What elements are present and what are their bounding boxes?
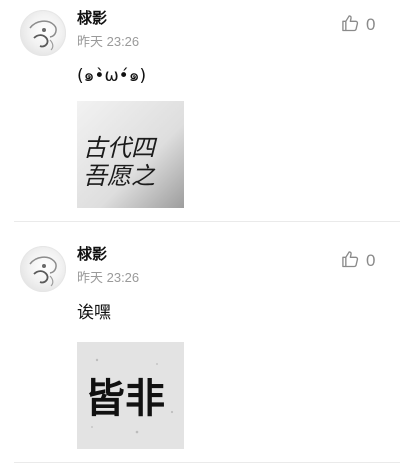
comment-image[interactable]: 皆非 <box>77 342 184 449</box>
comment-image[interactable]: 古代四 吾愿之 <box>77 101 184 208</box>
like-count: 0 <box>366 251 376 270</box>
username[interactable]: 梂影 <box>77 7 107 28</box>
comment-text: (๑•̀ω•́๑) <box>77 66 147 86</box>
like-button[interactable]: 0 <box>340 250 375 272</box>
image-calligraphy-text: 古代四 <box>83 134 158 162</box>
like-count: 0 <box>366 15 376 34</box>
divider <box>14 221 400 222</box>
image-calligraphy-text: 吾愿之 <box>83 162 156 190</box>
thumbs-up-outline-icon <box>340 249 360 273</box>
image-calligraphy-text: 皆非 <box>85 375 165 422</box>
like-button[interactable]: 0 <box>340 14 375 36</box>
thumbs-up-outline-icon <box>340 13 360 37</box>
avatar[interactable] <box>20 10 66 56</box>
timestamp: 昨天 23:26 <box>77 270 140 285</box>
comment-item: 梂影 昨天 23:26 (๑•̀ω•́๑) 0 古代四 吾愿之 <box>0 0 400 222</box>
divider <box>14 462 400 463</box>
username[interactable]: 梂影 <box>77 243 107 264</box>
comment-text: 诶嘿 <box>77 303 111 323</box>
comment-item: 梂影 昨天 23:26 诶嘿 0 皆非 <box>0 236 400 467</box>
avatar[interactable] <box>20 246 66 292</box>
timestamp: 昨天 23:26 <box>77 34 140 49</box>
